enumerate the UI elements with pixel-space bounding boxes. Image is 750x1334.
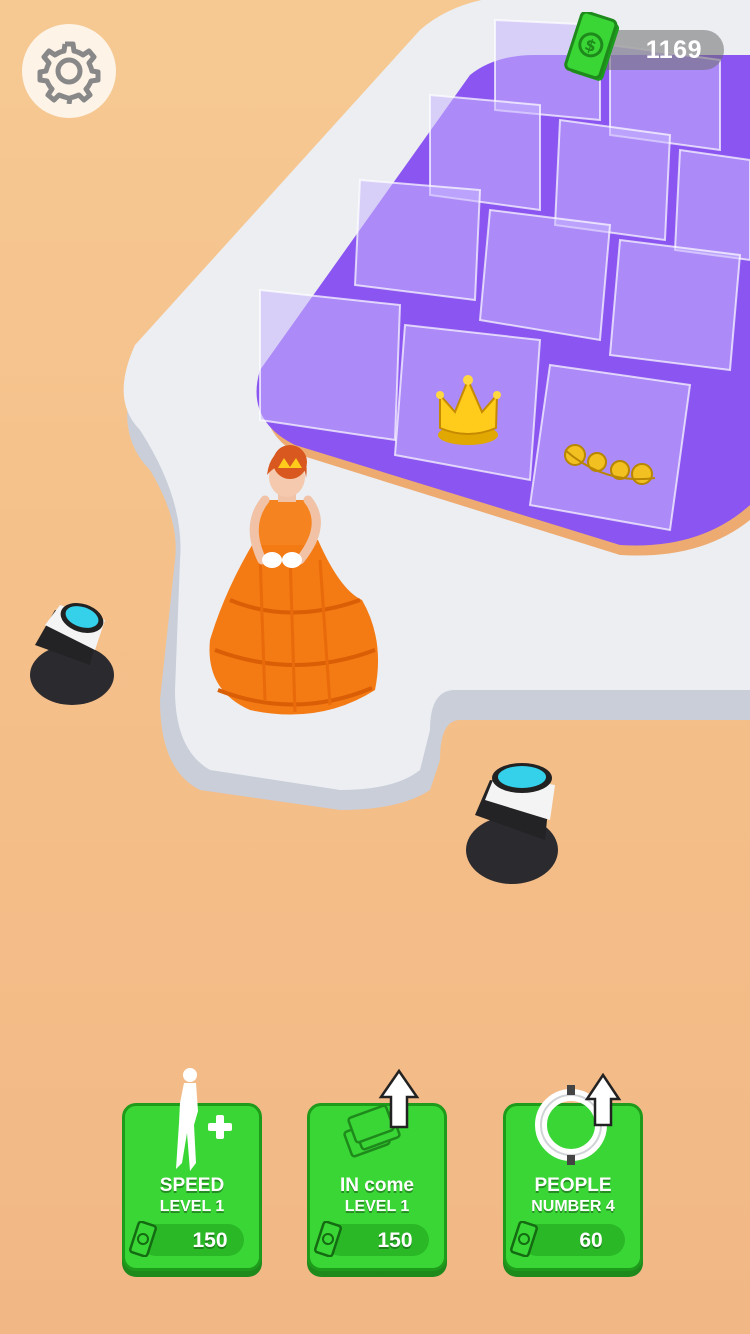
cannon-right [466, 763, 558, 884]
cash-icon [314, 1221, 342, 1257]
upgrade-price: 150 [192, 1229, 228, 1252]
cash-icon [129, 1221, 157, 1257]
cash-icon [510, 1221, 538, 1257]
upgrade-price: 60 [579, 1229, 603, 1252]
upgrade-income-button[interactable]: IN come LEVEL 1 150 [307, 1068, 447, 1277]
cash-icon: $ [564, 12, 620, 81]
upgrade-speed-button[interactable]: SPEED LEVEL 1 150 [122, 1068, 262, 1277]
upgrade-title: IN come [340, 1175, 414, 1196]
upgrade-level: NUMBER 4 [531, 1198, 615, 1215]
money-value: 1169 [645, 36, 702, 64]
ring-arrow-up-icon [535, 1072, 622, 1165]
upgrade-people-button[interactable]: PEOPLE NUMBER 4 60 [503, 1072, 643, 1277]
upgrade-level: LEVEL 1 [344, 1198, 410, 1215]
upgrade-title: PEOPLE [534, 1175, 612, 1196]
upgrade-level: LEVEL 1 [159, 1198, 225, 1215]
upgrade-title: SPEED [159, 1175, 225, 1196]
cannon-left [30, 603, 114, 705]
gear-icon [37, 41, 101, 104]
settings-button[interactable] [22, 24, 116, 118]
upgrade-price: 150 [377, 1229, 413, 1252]
cash-stack-arrow-up-icon [343, 1068, 420, 1158]
walking-person-plus-icon [176, 1068, 232, 1171]
